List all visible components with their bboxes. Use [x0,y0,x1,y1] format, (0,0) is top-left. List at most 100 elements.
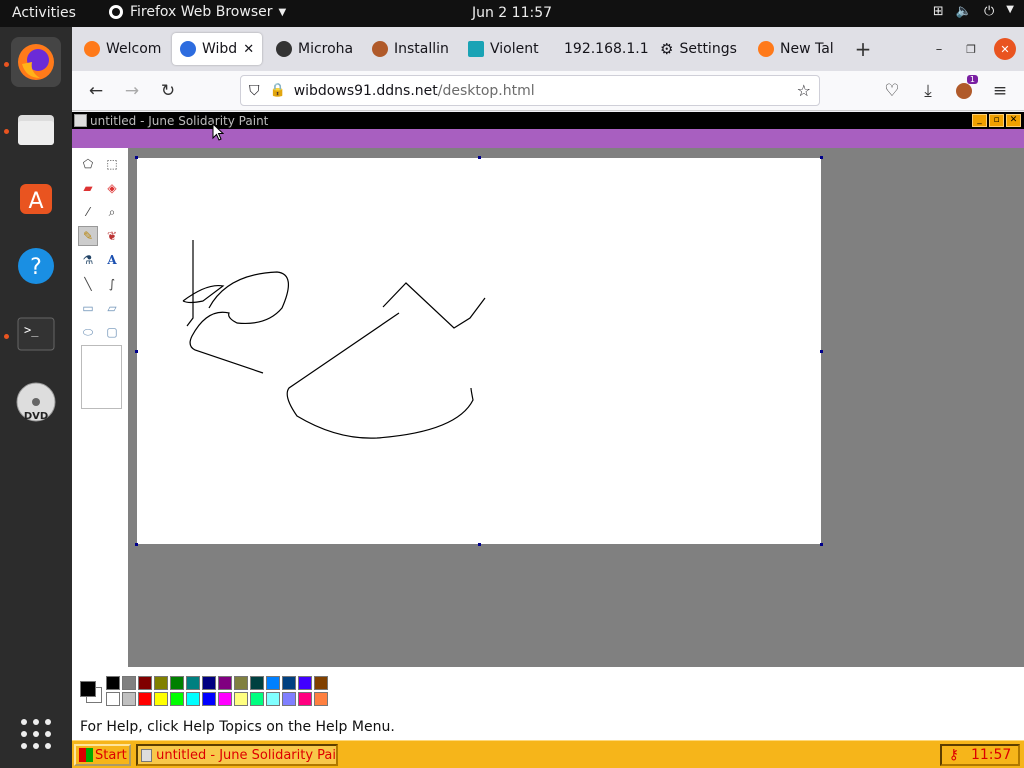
paint-status-bar: For Help, click Help Topics on the Help … [72,717,1024,740]
dock-app-grid[interactable] [11,709,61,759]
dock-dvd[interactable]: DVD [11,377,61,427]
dock-app-store[interactable]: A [11,173,61,223]
rect-select-icon[interactable]: ⬚ [102,154,122,174]
palette-swatch[interactable] [234,692,248,706]
palette-swatch[interactable] [282,692,296,706]
palette-swatch[interactable] [314,692,328,706]
pocket-icon[interactable]: ♡ [880,79,904,103]
palette-swatch[interactable] [170,692,184,706]
app-grid-icon [21,719,51,749]
palette-swatch[interactable] [186,676,200,690]
palette-swatch[interactable] [202,676,216,690]
palette-swatch[interactable] [154,676,168,690]
palette-swatch[interactable] [298,692,312,706]
tab-new-tab[interactable]: New Tal [750,33,840,65]
dock-files[interactable] [11,105,61,155]
primary-color-swatch[interactable] [80,681,96,697]
dock-terminal[interactable]: >_ [11,309,61,359]
drawing-canvas[interactable] [137,158,821,544]
line-icon[interactable]: ╲ [78,274,98,294]
free-select-icon[interactable]: ⬠ [78,154,98,174]
dock-help[interactable]: ? [11,241,61,291]
paint-minimize-button[interactable]: _ [972,114,987,127]
palette-swatch[interactable] [218,692,232,706]
new-tab-button[interactable]: + [852,37,874,61]
rounded-rect-icon[interactable]: ▢ [102,322,122,342]
palette-swatch[interactable] [122,692,136,706]
tool-options-box[interactable] [81,345,122,409]
palette-swatch[interactable] [154,692,168,706]
downloads-icon[interactable]: ⤓ [916,79,940,103]
tab-violentmonkey[interactable]: Violent [460,33,552,65]
dock-firefox[interactable] [11,37,61,87]
palette-swatch[interactable] [298,676,312,690]
tray-clock[interactable]: 11:57 [971,747,1011,763]
pen-icon [276,41,292,57]
app-menu[interactable]: Firefox Web Browser ▼ [108,4,286,20]
taskbar-paint-button[interactable]: untitled - June Solidarity Pai [136,744,338,766]
palette-swatch[interactable] [106,692,120,706]
url-bar[interactable]: ⛉ 🔒 wibdows91.ddns.net/desktop.html ☆ [240,75,820,106]
palette-swatch[interactable] [138,676,152,690]
polygon-icon[interactable]: ▱ [102,298,122,318]
resize-handle[interactable] [478,543,481,546]
palette-swatch[interactable] [266,692,280,706]
rectangle-icon[interactable]: ▭ [78,298,98,318]
palette-swatch[interactable] [106,676,120,690]
close-tab-icon[interactable]: ✕ [243,42,254,57]
tab-installing[interactable]: Installin [364,33,456,65]
palette-swatch[interactable] [282,676,296,690]
palette-swatch[interactable] [218,676,232,690]
palette-swatch[interactable] [314,676,328,690]
palette-swatch[interactable] [266,676,280,690]
lock-icon[interactable]: 🔒 [270,83,286,98]
shield-icon[interactable]: ⛉ [249,83,260,99]
start-button[interactable]: Start [74,744,131,766]
palette-swatch[interactable] [138,692,152,706]
tab-router[interactable]: 192.168.1.1 [556,33,648,65]
curve-icon[interactable]: ∫ [102,274,122,294]
text-icon[interactable]: A [102,250,122,270]
back-button[interactable]: ← [84,79,108,103]
bookmark-star-icon[interactable]: ☆ [797,81,811,100]
palette-swatch[interactable] [202,692,216,706]
extension-icon[interactable]: 1 [952,75,978,103]
activities-button[interactable]: Activities [12,5,76,21]
palette-swatch[interactable] [122,676,136,690]
tray-key-icon[interactable]: ⚷ [949,747,959,763]
navigation-bar: ← → ↻ ⛉ 🔒 wibdows91.ddns.net/desktop.htm… [72,71,1024,111]
brush-icon[interactable]: ❦ [102,226,122,246]
color-palette [72,667,1024,717]
paint-app-icon [141,748,153,762]
ellipse-icon[interactable]: ⬭ [78,322,98,342]
tab-welcome[interactable]: Welcom [76,33,168,65]
minimize-button[interactable]: – [928,38,950,60]
resize-handle[interactable] [820,350,823,353]
fill-icon[interactable]: ◈ [102,178,122,198]
palette-swatch[interactable] [250,692,264,706]
url-host: wibdows91.ddns.net [293,82,438,99]
palette-swatch[interactable] [170,676,184,690]
eraser-icon[interactable]: ▰ [78,178,98,198]
tab-microhard[interactable]: Microha [268,33,358,65]
close-window-button[interactable]: ✕ [994,38,1016,60]
resize-handle[interactable] [820,543,823,546]
resize-handle [135,350,138,353]
system-tray[interactable]: ⊞ 🔈 ⏻ ▼ [933,4,1014,19]
palette-swatch[interactable] [250,676,264,690]
airbrush-icon[interactable]: ⚗ [78,250,98,270]
palette-swatch[interactable] [186,692,200,706]
pencil-icon[interactable]: ✎ [78,226,98,246]
tab-wibdows[interactable]: Wibd ✕ [172,33,262,65]
maximize-button[interactable]: ❐ [960,38,982,60]
reload-button[interactable]: ↻ [156,79,180,103]
tab-settings[interactable]: ⚙ Settings [652,33,746,65]
resize-handle [135,156,138,159]
picker-icon[interactable]: ⁄ [78,202,98,222]
palette-swatch[interactable] [234,676,248,690]
paint-maximize-button[interactable]: ▫ [989,114,1004,127]
paint-close-button[interactable]: ✕ [1006,114,1021,127]
menu-hamburger-icon[interactable]: ≡ [988,79,1012,103]
magnifier-icon[interactable]: ⌕ [102,202,122,222]
forward-button[interactable]: → [120,79,144,103]
